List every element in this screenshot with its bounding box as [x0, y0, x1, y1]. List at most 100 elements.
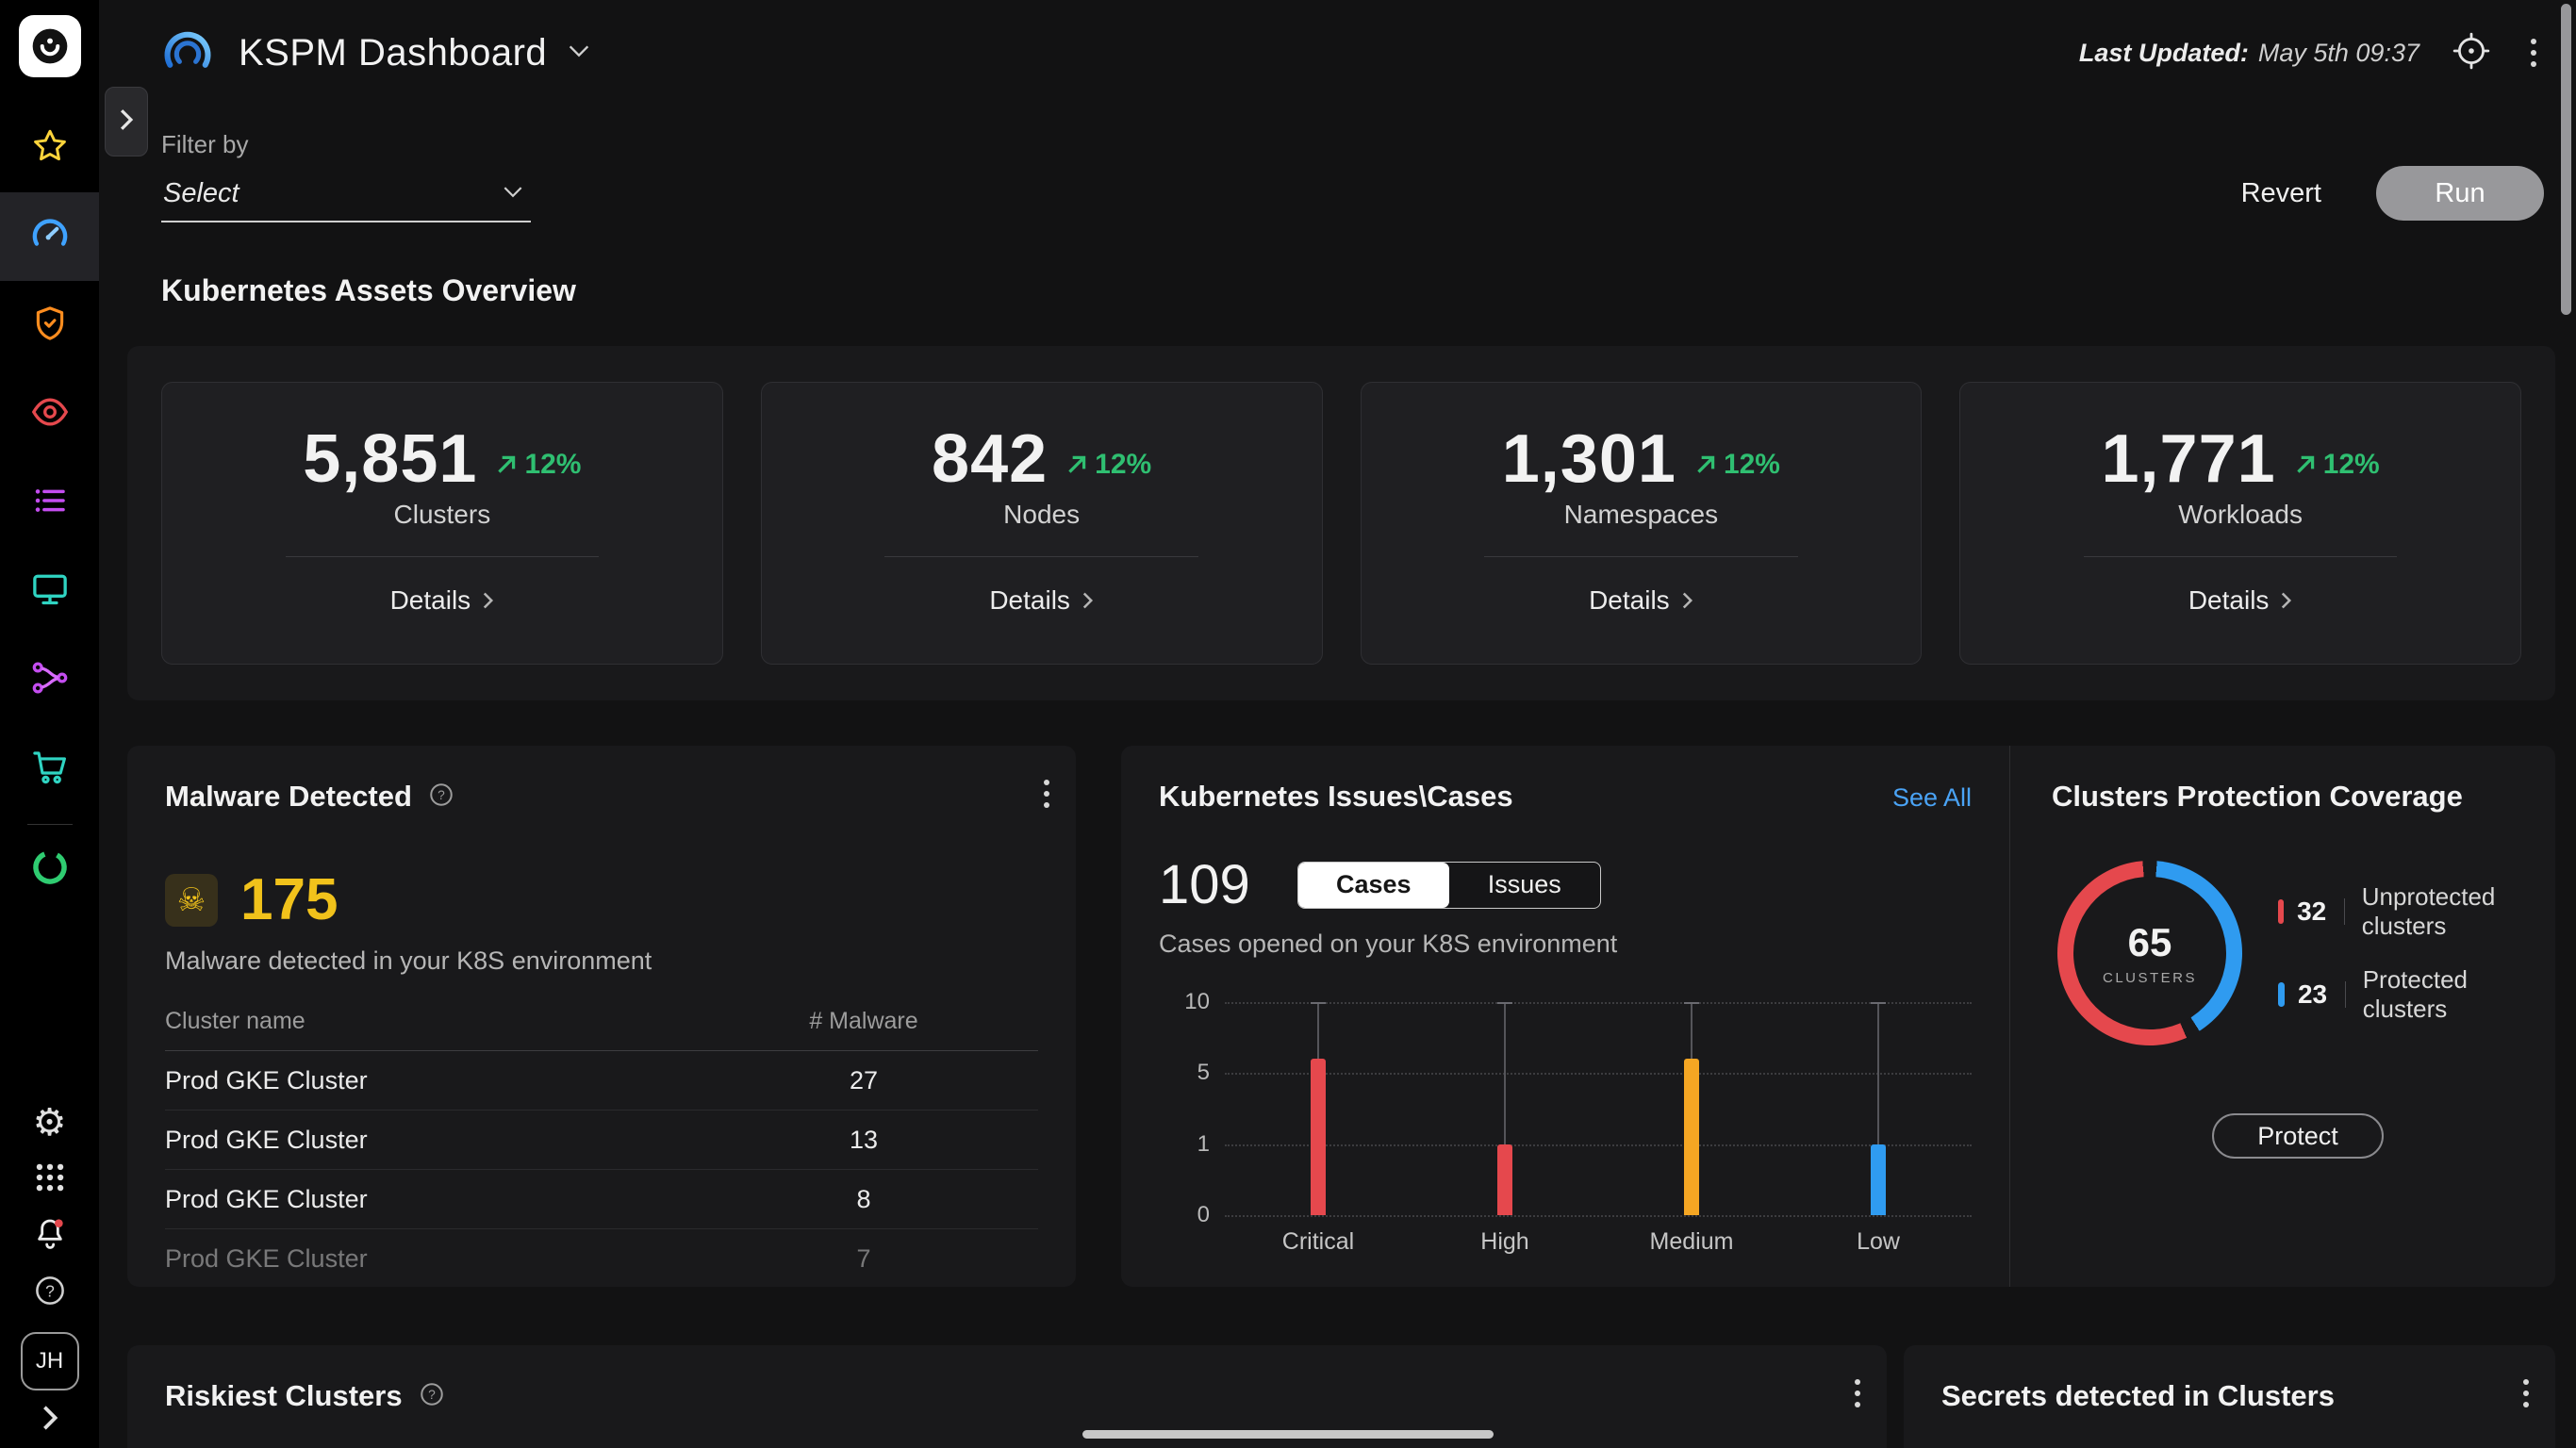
- arrow-up-right-icon: [498, 455, 516, 473]
- filter-label: Filter by: [161, 130, 249, 158]
- bar-low: [1785, 1002, 1972, 1215]
- sidebar-item-favorites[interactable]: [0, 104, 99, 192]
- tab-issues[interactable]: Issues: [1449, 863, 1600, 908]
- arrow-up-right-icon: [1697, 455, 1715, 473]
- gauge-icon: [29, 214, 71, 260]
- ring-icon: [29, 847, 71, 893]
- malware-table-header: Cluster name # Malware: [165, 1008, 1038, 1051]
- filter-actions: Revert Run: [2241, 166, 2544, 222]
- stat-label: Workloads: [2178, 500, 2303, 529]
- help-icon[interactable]: ?: [418, 1380, 446, 1413]
- arrow-up-right-icon: [1068, 455, 1086, 473]
- table-row[interactable]: Prod GKE Cluster 13: [165, 1111, 1038, 1170]
- sidebar-item-marketplace[interactable]: [0, 724, 99, 813]
- secrets-kebab-menu[interactable]: [2516, 1372, 2536, 1415]
- last-updated-value: May 5th 09:37: [2257, 38, 2419, 67]
- riskiest-kebab-menu[interactable]: [1847, 1372, 1868, 1415]
- svg-text:?: ?: [428, 1388, 436, 1402]
- sidebar-item-compliance[interactable]: [0, 281, 99, 370]
- protection-section: Clusters Protection Coverage 65 CLUSTERS: [2010, 746, 2555, 1287]
- sidebar-item-endpoints[interactable]: [0, 547, 99, 635]
- secrets-title: Secrets detected in Clusters: [1941, 1379, 2335, 1412]
- last-updated: Last Updated: May 5th 09:37: [2079, 39, 2419, 68]
- sidebar-expand-button[interactable]: [40, 1404, 60, 1437]
- filter-select[interactable]: Select: [161, 173, 531, 222]
- xtick-critical: Critical: [1281, 1228, 1355, 1255]
- shield-icon: [30, 304, 70, 348]
- refresh-radar-icon[interactable]: [2452, 31, 2491, 75]
- sidebar-item-kspm-dashboard[interactable]: [0, 192, 99, 281]
- sidebar-item-apps[interactable]: [17, 1155, 83, 1204]
- protection-title: Clusters Protection Coverage: [2052, 780, 2463, 813]
- mid-row: Malware Detected ? ☠ 175 Malware detecte…: [127, 746, 2555, 1287]
- table-row[interactable]: Prod GKE Cluster 27: [165, 1051, 1038, 1111]
- grid-icon: [32, 1160, 68, 1200]
- chevron-right-icon: [1682, 592, 1693, 609]
- malware-kebab-menu[interactable]: [1036, 772, 1057, 815]
- sidebar: ⚙ ? JH: [0, 0, 99, 1448]
- scrollbar-thumb[interactable]: [2561, 4, 2571, 315]
- page-title: KSPM Dashboard: [239, 31, 548, 74]
- sidebar-item-status[interactable]: [0, 836, 99, 902]
- issues-cases-section: Kubernetes Issues\Cases See All 109 Case…: [1121, 746, 2010, 1287]
- sidebar-item-integrations[interactable]: [0, 635, 99, 724]
- table-row[interactable]: Prod GKE Cluster 7: [165, 1229, 1038, 1287]
- details-link[interactable]: Details: [989, 585, 1094, 616]
- app-logo-icon: [18, 15, 81, 77]
- stat-delta: 12%: [1065, 449, 1151, 481]
- list-lines-icon: [30, 481, 70, 525]
- sidebar-item-settings[interactable]: ⚙: [17, 1098, 83, 1147]
- issues-cases-title: Kubernetes Issues\Cases: [1159, 780, 1513, 813]
- legend-label: Unprotected clusters: [2361, 882, 2496, 940]
- home-indicator[interactable]: [1082, 1430, 1494, 1439]
- dashboard-title-dropdown[interactable]: KSPM Dashboard: [239, 32, 590, 74]
- svg-text:?: ?: [45, 1281, 55, 1300]
- sidebar-item-help[interactable]: ?: [17, 1268, 83, 1317]
- sidebar-item-policies[interactable]: [0, 458, 99, 547]
- run-button[interactable]: Run: [2376, 166, 2544, 221]
- stat-label: Clusters: [393, 500, 491, 529]
- bell-icon: [31, 1215, 69, 1258]
- bar-critical: [1225, 1002, 1412, 1215]
- user-avatar[interactable]: JH: [20, 1332, 79, 1390]
- sidebar-divider: [26, 824, 73, 825]
- branch-icon: [29, 657, 71, 703]
- chevron-right-icon: [118, 107, 135, 137]
- issues-protection-panel: Kubernetes Issues\Cases See All 109 Case…: [1121, 746, 2555, 1287]
- sidebar-item-detections[interactable]: [0, 370, 99, 458]
- cases-chart-plot: [1225, 1002, 1972, 1217]
- card-divider: [2083, 556, 2398, 557]
- sidebar-item-notifications[interactable]: [17, 1211, 83, 1260]
- protect-button[interactable]: Protect: [2212, 1113, 2384, 1159]
- help-icon[interactable]: ?: [427, 781, 455, 814]
- details-link[interactable]: Details: [390, 585, 495, 616]
- chevron-down-icon: [568, 44, 590, 62]
- chevron-right-icon: [484, 592, 494, 609]
- column-malware-count: # Malware: [809, 1008, 918, 1034]
- app-root: ⚙ ? JH KSPM Dashboard Last Updated: May …: [0, 0, 2576, 1448]
- donut-value: 65: [2127, 920, 2172, 964]
- stat-delta: 12%: [494, 449, 581, 481]
- star-icon: [30, 126, 70, 171]
- card-divider: [285, 556, 600, 557]
- stat-card-namespaces: 1,301 12% Namespaces Details: [1360, 382, 1923, 665]
- revert-button[interactable]: Revert: [2241, 178, 2321, 209]
- filter-select-value: Select: [163, 178, 239, 208]
- details-link[interactable]: Details: [1589, 585, 1693, 616]
- table-row[interactable]: Prod GKE Cluster 8: [165, 1170, 1038, 1229]
- filter-row: Filter by Select Revert Run: [99, 106, 2576, 222]
- stat-value: 842: [932, 421, 1049, 497]
- topbar-kebab-menu[interactable]: [2523, 31, 2544, 74]
- protection-donut: 65 CLUSTERS: [2057, 861, 2242, 1045]
- details-link[interactable]: Details: [2188, 585, 2293, 616]
- legend-value: 32: [2297, 897, 2327, 926]
- tab-cases[interactable]: Cases: [1297, 862, 1449, 908]
- see-all-link[interactable]: See All: [1892, 783, 1972, 813]
- protection-donut-center: 65 CLUSTERS: [2073, 877, 2226, 1029]
- skull-icon: ☠: [165, 873, 218, 927]
- secrets-panel: Secrets detected in Clusters: [1904, 1345, 2555, 1448]
- legend-pill: [2278, 899, 2285, 924]
- legend-label: Protected clusters: [2362, 965, 2468, 1023]
- malware-table: Cluster name # Malware Prod GKE Cluster …: [165, 1008, 1038, 1287]
- panel-expander-button[interactable]: [105, 87, 148, 156]
